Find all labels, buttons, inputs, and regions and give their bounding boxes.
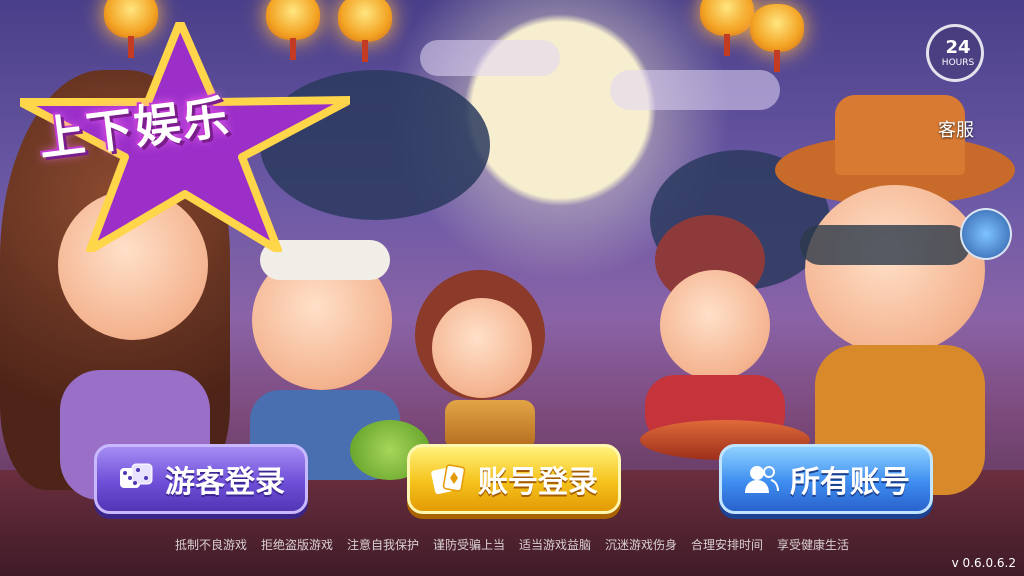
support-hours-number: 24: [945, 37, 971, 58]
notice-item: 适当游戏益脑: [519, 538, 592, 552]
all-accounts-label: 所有账号: [790, 465, 910, 500]
version-label: v 0.6.0.6.2: [951, 556, 1016, 570]
notice-item: 抵制不良游戏: [174, 538, 247, 552]
notice-item: 拒绝盗版游戏: [260, 538, 333, 552]
cards-icon: [431, 464, 466, 495]
character-goddess: [625, 215, 795, 445]
notice-item: 享受健康生活: [777, 538, 850, 552]
avatar[interactable]: [960, 208, 1012, 260]
mooncakes: [445, 400, 535, 450]
notice-item: 注意自我保护: [346, 538, 419, 552]
cloud: [420, 40, 560, 76]
notice-item: 沉迷游戏伤身: [605, 538, 678, 552]
dice-icon: [120, 463, 153, 488]
lantern: [750, 4, 804, 72]
users-icon: [745, 466, 779, 493]
lantern: [700, 0, 754, 56]
guest-login-button[interactable]: 游客登录: [94, 444, 308, 514]
health-game-notice: 抵制不良游戏 拒绝盗版游戏 注意自我保护 谨防受骗上当 适当游戏益脑 沉迷游戏伤…: [0, 536, 1024, 554]
headset-icon: 24 HOURS: [926, 24, 984, 82]
notice-item: 谨防受骗上当: [432, 538, 505, 552]
all-accounts-button[interactable]: 所有账号: [719, 444, 933, 514]
cloud: [610, 70, 780, 110]
guest-login-label: 游客登录: [165, 465, 285, 500]
customer-service-button[interactable]: 24 HOURS 客服: [920, 24, 992, 142]
account-login-button[interactable]: 账号登录: [407, 444, 621, 514]
account-login-label: 账号登录: [478, 465, 598, 500]
support-label: 客服: [938, 120, 974, 141]
support-hours-unit: HOURS: [941, 58, 975, 68]
character-landlord: [775, 95, 1015, 495]
notice-item: 合理安排时间: [691, 538, 764, 552]
